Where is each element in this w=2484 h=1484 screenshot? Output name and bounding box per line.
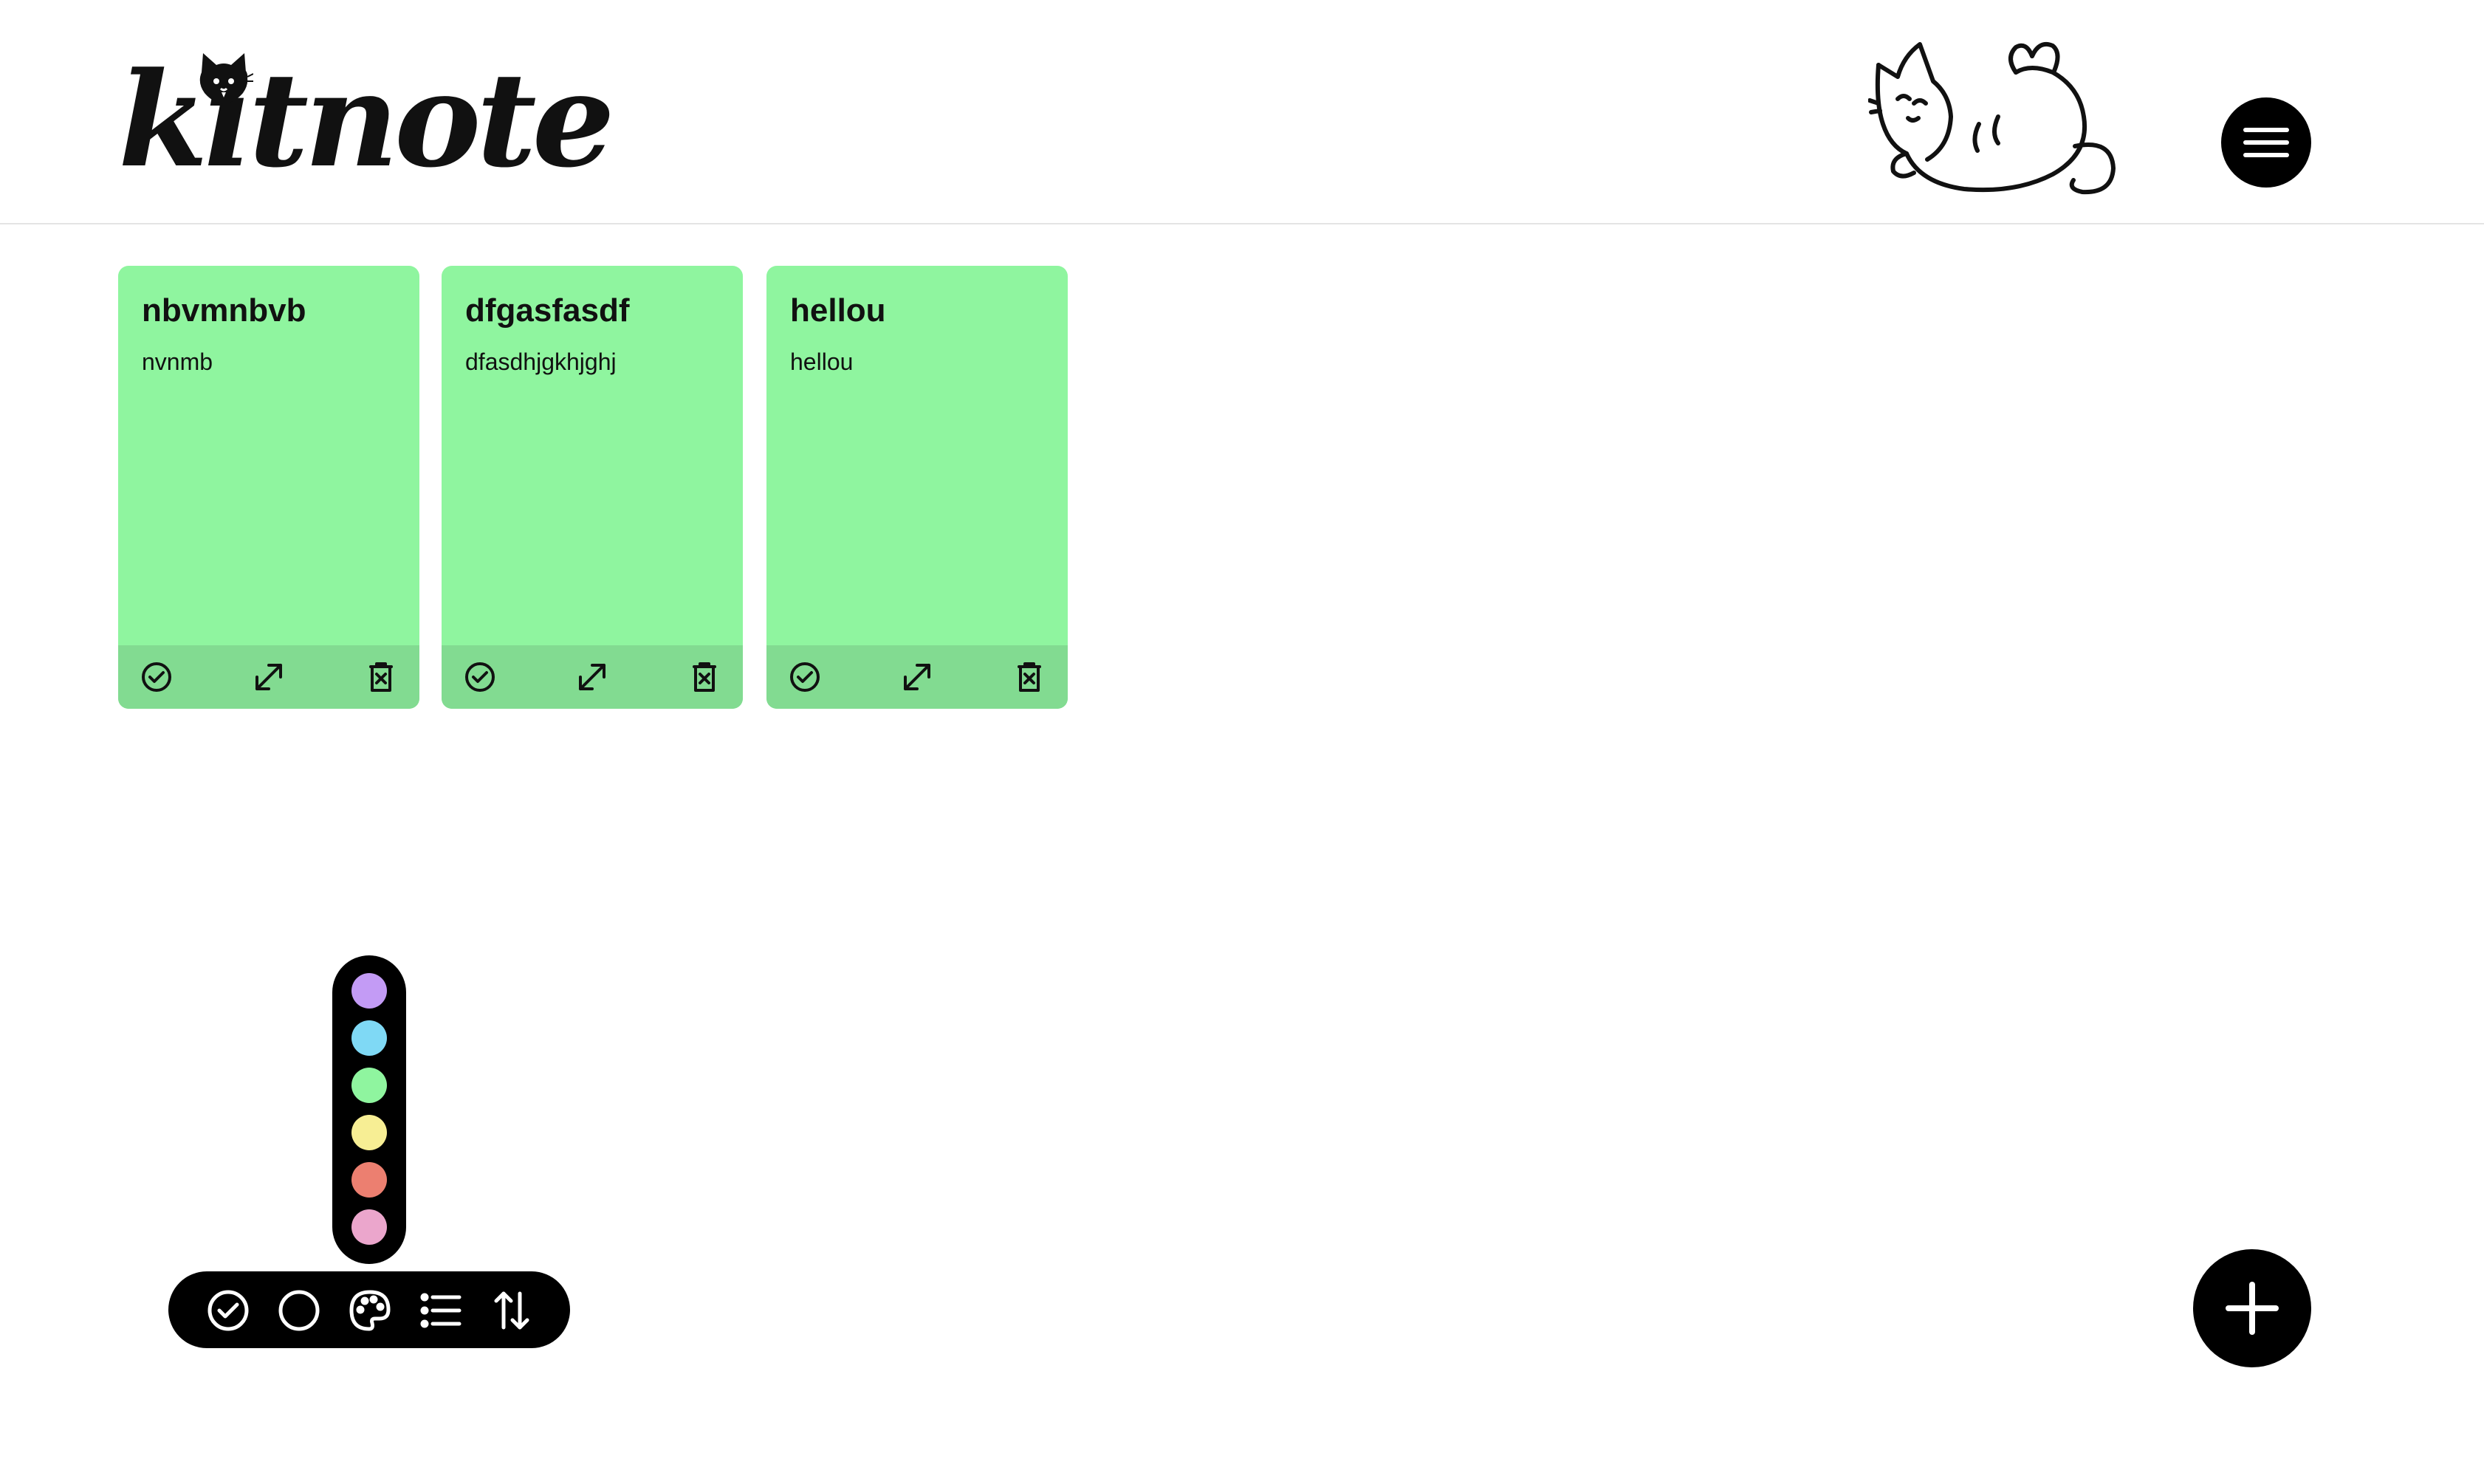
note-card[interactable]: hellou hellou bbox=[766, 266, 1068, 709]
list-icon[interactable] bbox=[419, 1289, 462, 1332]
delete-icon[interactable] bbox=[1013, 661, 1046, 693]
bottom-toolbar bbox=[168, 1271, 570, 1348]
expand-icon[interactable] bbox=[253, 661, 285, 693]
check-circle-icon[interactable] bbox=[207, 1289, 250, 1332]
note-body[interactable]: nvnmb bbox=[142, 348, 213, 376]
kitnote-logo[interactable]: kitnote bbox=[118, 50, 615, 190]
note-actions bbox=[442, 645, 743, 709]
check-circle-icon[interactable] bbox=[789, 661, 821, 693]
check-circle-icon[interactable] bbox=[140, 661, 173, 693]
expand-icon[interactable] bbox=[901, 661, 933, 693]
color-swatch-purple[interactable] bbox=[351, 973, 387, 1009]
note-body[interactable]: dfasdhjgkhjghj bbox=[465, 348, 617, 376]
palette-icon[interactable] bbox=[349, 1289, 391, 1332]
note-title[interactable]: nbvmnbvb bbox=[142, 292, 306, 329]
app-header: kitnote bbox=[0, 0, 2484, 224]
note-title[interactable]: dfgasfasdf bbox=[465, 292, 629, 329]
check-circle-icon[interactable] bbox=[464, 661, 496, 693]
note-title[interactable]: hellou bbox=[790, 292, 886, 329]
note-actions bbox=[766, 645, 1068, 709]
hamburger-menu-icon bbox=[2243, 128, 2289, 157]
note-actions bbox=[118, 645, 419, 709]
logo-text: kitnote bbox=[118, 44, 615, 196]
color-swatch-green[interactable] bbox=[351, 1068, 387, 1103]
sleeping-cat-illustration bbox=[1868, 41, 2116, 195]
cat-head-icon bbox=[199, 53, 253, 103]
color-swatch-pink[interactable] bbox=[351, 1209, 387, 1245]
sort-icon[interactable] bbox=[490, 1289, 533, 1332]
note-card[interactable]: dfgasfasdf dfasdhjgkhjghj bbox=[442, 266, 743, 709]
color-swatch-yellow[interactable] bbox=[351, 1115, 387, 1150]
note-body[interactable]: hellou bbox=[790, 348, 853, 376]
circle-icon[interactable] bbox=[278, 1289, 320, 1332]
note-card[interactable]: nbvmnbvb nvnmb bbox=[118, 266, 419, 709]
delete-icon[interactable] bbox=[688, 661, 721, 693]
delete-icon[interactable] bbox=[365, 661, 397, 693]
color-palette bbox=[332, 955, 406, 1264]
color-swatch-red[interactable] bbox=[351, 1162, 387, 1198]
menu-button[interactable] bbox=[2221, 97, 2311, 188]
add-note-button[interactable] bbox=[2193, 1249, 2311, 1367]
plus-icon bbox=[2226, 1282, 2279, 1335]
color-swatch-blue[interactable] bbox=[351, 1020, 387, 1056]
expand-icon[interactable] bbox=[576, 661, 608, 693]
